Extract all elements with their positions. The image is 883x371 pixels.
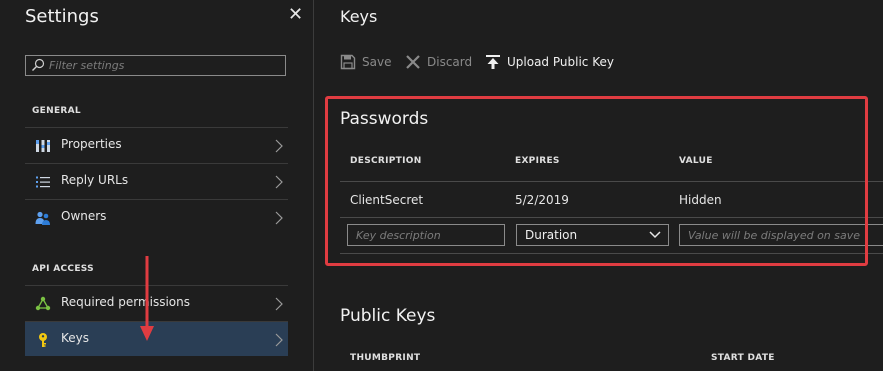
save-icon xyxy=(340,54,356,70)
upload-icon xyxy=(486,55,500,69)
chevron-right-icon xyxy=(275,211,283,225)
highlight-box xyxy=(325,96,868,266)
close-icon[interactable]: ✕ xyxy=(288,4,303,25)
search-icon xyxy=(32,58,45,71)
sidebar-item-required-permissions[interactable]: Required permissions xyxy=(25,285,288,320)
chevron-right-icon xyxy=(275,139,283,153)
general-section-header: GENERAL xyxy=(32,106,81,116)
save-label: Save xyxy=(362,55,392,69)
discard-label: Discard xyxy=(427,55,473,69)
sidebar-item-label: Keys xyxy=(61,331,90,345)
column-header-thumbprint: THUMBPRINT xyxy=(350,353,421,363)
chevron-right-icon xyxy=(275,333,283,347)
settings-title: Settings xyxy=(25,6,99,27)
users-icon xyxy=(35,211,50,225)
list-icon xyxy=(36,176,50,188)
settings-blade: Settings ✕ GENERAL Properties xyxy=(0,0,314,371)
sidebar-item-properties[interactable]: Properties xyxy=(25,127,288,162)
upload-label: Upload Public Key xyxy=(507,55,614,69)
api-access-section-header: API ACCESS xyxy=(32,264,94,274)
chevron-right-icon xyxy=(275,175,283,189)
sidebar-item-label: Reply URLs xyxy=(61,173,129,187)
sidebar-item-label: Required permissions xyxy=(61,295,191,309)
key-icon xyxy=(39,333,47,347)
sidebar-item-owners[interactable]: Owners xyxy=(25,199,288,234)
column-header-start-date: START DATE xyxy=(711,353,775,363)
public-keys-title: Public Keys xyxy=(340,306,436,326)
keys-title: Keys xyxy=(340,7,378,26)
properties-icon xyxy=(36,140,50,152)
filter-settings-field[interactable] xyxy=(25,55,286,76)
sidebar-item-label: Owners xyxy=(61,209,107,223)
discard-icon xyxy=(406,55,420,69)
filter-settings-input[interactable] xyxy=(49,56,279,75)
sidebar-item-reply-urls[interactable]: Reply URLs xyxy=(25,163,288,198)
sidebar-item-label: Properties xyxy=(61,137,122,151)
annotation-arrow xyxy=(140,256,154,341)
sidebar-item-keys[interactable]: Keys xyxy=(25,321,288,356)
chevron-right-icon xyxy=(275,297,283,311)
keys-blade: Keys Save Discard Upload Public Key Pass… xyxy=(314,0,883,371)
permissions-icon xyxy=(35,296,51,311)
